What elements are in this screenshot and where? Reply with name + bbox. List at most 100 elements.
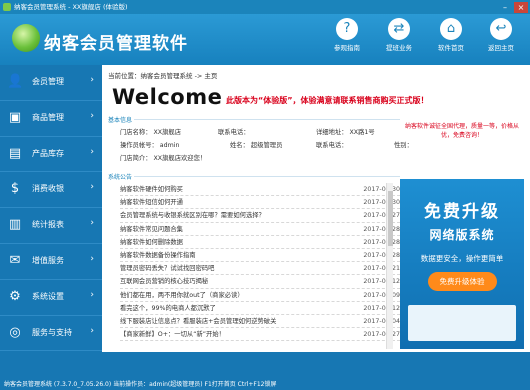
main-content: 当前位置：纳客会员管理系统 -> 主页 Welcome 此版本为“体验版”，体验… (102, 65, 530, 352)
scrollbar-thumb[interactable] (388, 191, 393, 246)
upgrade-banner[interactable]: 纳客软件诚征全国代理，质量一等，价格从优，免费咨询！ 免费升级 网络版系统 数据… (400, 123, 524, 349)
shift-button-label: 提班业务 (386, 44, 412, 52)
return-home-button[interactable]: ↩ 返回主页 (476, 18, 526, 52)
header: 纳客会员管理软件 ? 参观指南 ⇄ 提班业务 ⌂ 软件首页 ↩ 返回主页 (0, 14, 530, 65)
return-home-label: 返回主页 (488, 44, 514, 52)
sidebar-item-members[interactable]: 👤 会员管理 › (0, 65, 102, 101)
breadcrumb: 当前位置：纳客会员管理系统 -> 主页 (108, 72, 218, 80)
list-item[interactable]: 纳客软件如何删除数据 2017-06-28 (120, 236, 400, 249)
news-title-text: 纳客软件数据备份操作指南 (120, 251, 196, 259)
news-title-text: 纳客软件如何删除数据 (120, 238, 183, 246)
store-phone: 联系电话： (218, 129, 250, 136)
sidebar-item-reports[interactable]: ▥ 统计报表 › (0, 208, 102, 244)
inventory-icon: ▤ (8, 145, 22, 161)
report-icon: ▥ (8, 217, 22, 233)
list-item[interactable]: 看完这个，99%的电商人都沉默了 2017-05-12 (120, 302, 400, 315)
logo-icon (12, 24, 40, 52)
money-icon: $ (10, 181, 20, 197)
guide-button-label: 参观指南 (334, 44, 360, 52)
news-scrollbar[interactable] (386, 183, 393, 349)
news-date: 2017-06-28 (363, 225, 400, 233)
news-date: 2017-06-09 (363, 291, 400, 299)
sidebar-item-label: 会员管理 (32, 77, 64, 86)
chevron-right-icon: › (90, 75, 94, 85)
minimize-icon[interactable]: – (498, 2, 512, 13)
support-icon: ◎ (9, 324, 21, 340)
store-intro: 门店简介： XX旗舰店欢迎您！ (120, 155, 207, 162)
chevron-right-icon: › (90, 182, 94, 193)
home-icon: ⌂ (440, 18, 462, 40)
operator-account: 操作员帐号： admin (120, 142, 180, 149)
sidebar-item-products[interactable]: ▣ 商品管理 › (0, 101, 102, 137)
news-title-text: 他们都在用，两不用你就out了（商家必读） (120, 291, 244, 299)
sidebar-item-settings[interactable]: ⚙ 系统设置 › (0, 280, 102, 316)
software-home-button[interactable]: ⌂ 软件首页 (426, 18, 476, 52)
sidebar-item-cashier[interactable]: $ 消费收银 › (0, 172, 102, 209)
welcome-heading: Welcome (112, 85, 223, 109)
news-date: 2017-06-30 (363, 199, 400, 207)
user-icon: 👤 (7, 74, 24, 89)
chevron-right-icon: › (90, 325, 94, 336)
store-name: 门店名称： XX旗舰店 (120, 129, 182, 136)
sidebar: 👤 会员管理 › ▣ 商品管理 › ▤ 产品库存 › $ 消费收银 › ▥ 统计… (0, 65, 102, 352)
news-title: 系统公告 (108, 174, 133, 181)
sidebar-item-label: 统计报表 (32, 220, 64, 230)
app-window: 纳客会员管理系统 - XX旗舰店 (体验版) – × 纳客会员管理软件 ? 参观指… (0, 0, 530, 390)
list-item[interactable]: 会员管理系统与收银系统区别在哪？需要如何选择？ 2017-06-27 (120, 209, 400, 223)
chevron-right-icon: › (90, 218, 94, 229)
list-item[interactable]: 管理员密码丢失？试试找回密码吧 2017-06-21 (120, 262, 400, 276)
free-upgrade-button[interactable]: 免费升级体验 (427, 272, 497, 291)
product-icon: ▣ (8, 109, 22, 125)
sidebar-item-label: 服务与支持 (32, 327, 72, 337)
news-title-text: 管理员密码丢失？试试找回密码吧 (120, 265, 215, 273)
chevron-right-icon: › (90, 146, 94, 157)
basic-info-title: 基本信息 (108, 117, 133, 124)
news-title-text: 互联网会员营销的核心技巧揭秘 (120, 278, 209, 286)
news-list: 纳客软件硬件如何购买 2017-06-30 纳客软件短信如何开通 2017-06-3… (120, 183, 400, 342)
sidebar-item-label: 增值服务 (32, 255, 64, 265)
banner-illustration (408, 305, 516, 341)
list-item[interactable]: 他们都在用，两不用你就out了（商家必读） 2017-06-09 (120, 289, 400, 302)
window-controls: – × (496, 1, 528, 13)
sidebar-item-label: 商品管理 (32, 112, 64, 122)
gear-icon: ⚙ (9, 288, 21, 304)
sidebar-item-support[interactable]: ◎ 服务与支持 › (0, 316, 102, 352)
section-divider (134, 176, 400, 177)
list-item[interactable]: 线下服装店让信息点？看服装店+会员管理如何逆势破关 2017-05-04 (120, 315, 400, 329)
operator-name: 姓名： 超级管理员 (230, 142, 283, 149)
banner-headline: 免费升级 (424, 202, 500, 222)
sidebar-item-value-added[interactable]: ✉ 增值服务 › (0, 244, 102, 280)
close-icon[interactable]: × (514, 2, 528, 13)
operator-gender: 性别： (394, 142, 413, 149)
sidebar-item-inventory[interactable]: ▤ 产品库存 › (0, 137, 102, 173)
return-icon: ↩ (490, 18, 512, 40)
news-title-text: 纳客软件常见问题合集 (120, 225, 183, 233)
chevron-right-icon: › (90, 253, 94, 264)
status-text: 纳客会员管理系统 (7.3.7.0_7.05.26.0) 当前操作员：admin… (4, 381, 277, 388)
status-bar: 纳客会员管理系统 (7.3.7.0_7.05.26.0) 当前操作员：admin… (0, 352, 530, 390)
chevron-right-icon: › (90, 289, 94, 300)
sidebar-item-label: 消费收银 (32, 184, 64, 194)
guide-button[interactable]: ? 参观指南 (322, 18, 372, 52)
list-item[interactable]: 互联网会员营销的核心技巧揭秘 2017-06-12 (120, 275, 400, 289)
news-title-text: 会员管理系统与收银系统区别在哪？需要如何选择？ (120, 212, 265, 220)
banner-tagline: 数据更安全，操作更简单 (420, 254, 504, 263)
news-title-text: 纳客软件硬件如何购买 (120, 186, 183, 193)
operator-phone: 联系电话： (316, 142, 348, 149)
list-item[interactable]: 纳客软件常见问题合集 2017-06-28 (120, 223, 400, 236)
news-date: 2017-06-21 (363, 265, 400, 273)
app-icon (3, 3, 11, 11)
store-address: 详细地址： XX路1号 (316, 129, 375, 136)
list-item[interactable]: 纳客软件短信如何开通 2017-06-30 (120, 196, 400, 210)
section-divider (134, 119, 400, 120)
agent-recruit-note: 纳客软件诚征全国代理，质量一等，价格从优，免费咨询！ (404, 123, 519, 139)
news-title-text: 线下服装店让信息点？看服装店+会员管理如何逆势破关 (120, 317, 277, 325)
news-title-text: 纳客软件短信如何开通 (120, 199, 183, 207)
shift-button[interactable]: ⇄ 提班业务 (374, 18, 424, 52)
question-icon: ? (336, 18, 358, 40)
sidebar-item-label: 产品库存 (32, 148, 64, 158)
news-date: 2017-05-12 (363, 304, 400, 312)
list-item[interactable]: 纳客软件硬件如何购买 2017-06-30 (120, 183, 400, 197)
list-item[interactable]: 纳客软件数据备份操作指南 2017-06-28 (120, 249, 400, 263)
list-item[interactable]: 【商家新鲜】O+：一切从“新”开始！ 2017-02-27 (120, 328, 400, 342)
